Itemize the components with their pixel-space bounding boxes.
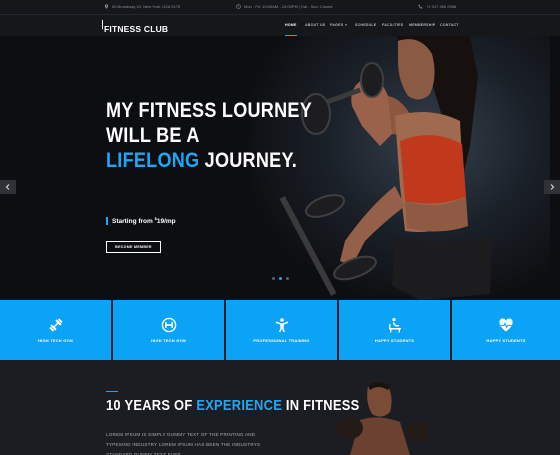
slider-pagination (272, 277, 289, 280)
feature-label: HIGH TECH GYM (38, 338, 73, 343)
price-prefix: Starting from (112, 218, 155, 226)
feature-card-2[interactable]: HIGH TECH GYM (113, 300, 224, 360)
nav-pages-label: PAGES (330, 23, 344, 27)
features-strip: HIGH TECH GYM HIGH TECH GYM PROFESSIONAL… (0, 300, 560, 360)
nav-item-pages[interactable]: PAGES ▼ (330, 23, 348, 27)
slider-next-button[interactable] (544, 180, 560, 194)
nav-item-facilities[interactable]: FACILITIES (382, 23, 403, 27)
location-pin-icon (104, 4, 109, 9)
about-section: 10 YEARS OF EXPERIENCE IN FITNESS LOREM … (0, 360, 560, 455)
hero-headline: MY FITNESS LOURNEY WILL BE A LIFELONG JO… (106, 98, 312, 173)
gym-machine-icon (161, 317, 176, 333)
phone-info[interactable]: +1 317 456 2568 (418, 4, 456, 9)
hero-headline-line-1: MY FITNESS LOURNEY (106, 99, 313, 122)
about-title: 10 YEARS OF EXPERIENCE IN FITNESS (106, 397, 359, 414)
dumbbell-icon (48, 318, 63, 332)
feature-card-5[interactable]: HAPPY STUDENTS (452, 300, 560, 360)
hero-slider: MY FITNESS LOURNEY WILL BE A LIFELONG JO… (0, 36, 560, 300)
feature-label: HAPPY STUDENTS (486, 338, 526, 343)
slider-dot-1[interactable] (272, 277, 275, 280)
price-text: Starting from $19/mp (112, 216, 176, 225)
nav-item-about-us[interactable]: ABOUT US (305, 23, 325, 27)
about-body: LOREM IPSUM IS SIMPLY DUMMY TEXT OF THE … (106, 432, 261, 455)
price-marker (106, 216, 108, 225)
trainer-icon (275, 318, 288, 332)
boxer-image (337, 382, 430, 455)
feature-label: HAPPY STUDENTS (374, 338, 415, 343)
feature-card-3[interactable]: PROFESSIONAL TRAINING (226, 300, 337, 360)
phone-text[interactable]: +1 317 456 2568 (426, 4, 456, 9)
feature-label: PROFESSIONAL TRAINING (253, 338, 310, 343)
logo-name: FITNESS CLUB (104, 24, 169, 34)
logo-bar (102, 20, 103, 29)
hours-text: Mon - Fri: 10:00AM - 10:00PM | Sat - Sun… (244, 4, 333, 9)
nav-item-membership[interactable]: MEMBERSHIP (409, 23, 435, 27)
hours-info: Mon - Fri: 10:00AM - 10:00PM | Sat - Sun… (236, 4, 332, 9)
address-text: 65 Broadway 10, New York, USA 5175 (112, 4, 181, 9)
section-rule (106, 391, 118, 392)
feature-label: HIGH TECH GYM (151, 338, 186, 343)
slider-prev-button[interactable] (0, 180, 16, 194)
price-value: 19/mp (156, 218, 176, 226)
become-member-button[interactable]: BECOME MEMBER (106, 241, 161, 253)
about-title-pre: 10 YEARS OF (106, 397, 197, 414)
hero-headline-rest: JOURNEY. (199, 149, 298, 172)
slider-dot-3[interactable] (286, 277, 289, 280)
slider-dot-2[interactable] (279, 277, 282, 280)
address-info: 65 Broadway 10, New York, USA 5175 (104, 4, 180, 9)
clock-icon (236, 4, 241, 9)
hero-headline-accent: LIFELONG (106, 149, 200, 172)
nav-item-schedule[interactable]: SCHEDULE (355, 23, 376, 27)
about-title-accent: EXPERIENCE (196, 397, 283, 414)
heart-pulse-icon (499, 318, 513, 332)
exercise-bench-icon (388, 318, 401, 333)
hero-price: Starting from $19/mp (106, 216, 176, 225)
phone-icon (418, 4, 423, 9)
nav-item-contact[interactable]: CONTACT (440, 23, 459, 27)
nav-item-home[interactable]: HOME (285, 23, 297, 27)
chevron-right-icon (550, 184, 555, 190)
top-info-bar: 65 Broadway 10, New York, USA 5175 Mon -… (0, 0, 560, 14)
chevron-down-icon: ▼ (344, 23, 348, 27)
main-navbar: FITNESS CLUB FITNESS CENTER HOME ABOUT U… (0, 14, 560, 40)
chevron-left-icon (5, 184, 10, 190)
feature-card-4[interactable]: HAPPY STUDENTS (339, 300, 450, 360)
hero-headline-line-2: WILL BE A (106, 124, 200, 147)
feature-card-1[interactable]: HIGH TECH GYM (0, 300, 111, 360)
hero-headline-line-3: LIFELONG JOURNEY. (106, 148, 312, 173)
